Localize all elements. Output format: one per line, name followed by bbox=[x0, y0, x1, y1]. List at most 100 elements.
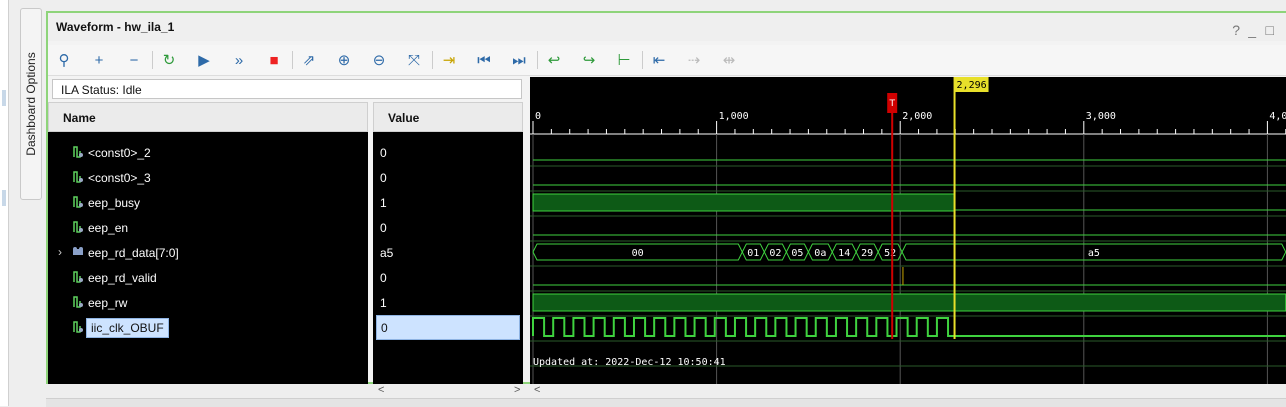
signal-value: 0 bbox=[380, 146, 387, 160]
signal-value-cell[interactable]: 1 bbox=[373, 190, 523, 215]
add-marker-icon: ⊢ bbox=[617, 52, 631, 69]
wave-scroll-left-icon[interactable]: < bbox=[534, 384, 540, 396]
go-to-last-time-button[interactable]: ⏭ bbox=[508, 49, 530, 71]
previous-marker-button[interactable]: ⇤ bbox=[648, 49, 670, 71]
signal-value: 1 bbox=[380, 296, 387, 310]
signal-row[interactable]: eep_rd_valid bbox=[48, 265, 368, 290]
run-trigger-button[interactable]: ▶ bbox=[193, 49, 215, 71]
bit-signal-icon bbox=[73, 221, 83, 233]
magnifier-icon: ⚲ bbox=[58, 52, 70, 69]
waveform-window: Waveform - hw_ila_1 ? _ □ ⚲ + − ↻ ▶ » ■ ⇗ ⊕ ⊖ ⤧ ⇥ ⏮ ⏭… bbox=[46, 11, 1286, 396]
previous-transition-icon: ↩ bbox=[547, 52, 561, 69]
stop-trigger-button[interactable]: ■ bbox=[263, 49, 285, 71]
bus-value-label: 02 bbox=[769, 248, 781, 259]
bus-value-label: 14 bbox=[838, 248, 850, 259]
window-title: Waveform - hw_ila_1 bbox=[56, 20, 175, 34]
signal-row[interactable]: eep_busy bbox=[48, 190, 368, 215]
dashboard-options-tab[interactable]: Dashboard Options bbox=[20, 8, 42, 200]
swap-cursors-button[interactable]: ⇹ bbox=[718, 49, 740, 71]
run-trigger-immediate-button[interactable]: ↻ bbox=[158, 49, 180, 71]
next-transition-button[interactable]: ↪ bbox=[578, 49, 600, 71]
signal-value-cell[interactable]: 0 bbox=[373, 165, 523, 190]
signal-value-cell[interactable]: 0 bbox=[373, 215, 523, 240]
bus-value-label: 29 bbox=[861, 248, 873, 259]
dashboard-options-label: Dashboard Options bbox=[24, 52, 38, 156]
signal-row[interactable]: eep_rw bbox=[48, 290, 368, 315]
value-column-header[interactable]: Value bbox=[373, 102, 523, 132]
remove-probe-button[interactable]: − bbox=[123, 49, 145, 71]
signal-value-cell[interactable]: 0 bbox=[373, 140, 523, 165]
bus-value-label: 52 bbox=[884, 248, 896, 259]
sidebar-marker bbox=[2, 90, 6, 106]
waveform-toolbar: ⚲ + − ↻ ▶ » ■ ⇗ ⊕ ⊖ ⤧ ⇥ ⏮ ⏭ ↩ ↪ ⊢ ⇤ ⇢ ⇹ bbox=[48, 45, 1286, 76]
go-to-time-zero-button[interactable]: ⏮ bbox=[473, 49, 495, 71]
go-to-cursor-button[interactable]: ⇥ bbox=[438, 49, 460, 71]
sidebar-marker bbox=[2, 190, 6, 206]
go-to-start-icon: ⏮ bbox=[477, 51, 491, 69]
bus-value-label: 00 bbox=[632, 248, 644, 259]
bus-value-label: a5 bbox=[1088, 248, 1100, 259]
value-column-label: Value bbox=[388, 111, 420, 125]
zoom-search-button[interactable]: ⚲ bbox=[53, 49, 75, 71]
zoom-out-button[interactable]: ⊖ bbox=[368, 49, 390, 71]
toolbar-separator bbox=[537, 51, 538, 69]
next-marker-icon: ⇢ bbox=[687, 52, 701, 69]
signal-name: <const0>_2 bbox=[88, 146, 151, 160]
previous-transition-button[interactable]: ↩ bbox=[543, 49, 565, 71]
export-button[interactable]: ⇗ bbox=[298, 49, 320, 71]
value-scroll-left-icon[interactable]: < bbox=[378, 384, 384, 396]
signal-value: 0 bbox=[381, 321, 388, 335]
signal-value-cell[interactable]: a5 bbox=[373, 240, 523, 265]
help-icon[interactable]: ? bbox=[1232, 22, 1240, 38]
previous-marker-icon: ⇤ bbox=[652, 52, 666, 69]
bus-value-label: 01 bbox=[747, 248, 759, 259]
expand-chevron-icon[interactable]: › bbox=[58, 245, 62, 259]
toolbar-separator bbox=[432, 51, 433, 69]
toolbar-separator bbox=[292, 51, 293, 69]
signal-row[interactable]: <const0>_3 bbox=[48, 165, 368, 190]
bus-value-label: 0a bbox=[814, 248, 826, 259]
swap-cursors-icon: ⇹ bbox=[722, 52, 736, 69]
name-column-label: Name bbox=[63, 111, 96, 125]
time-tick-label: 3,000 bbox=[1086, 111, 1116, 122]
signal-row[interactable]: <const0>_2 bbox=[48, 140, 368, 165]
signal-row[interactable]: iic_clk_OBUF bbox=[48, 315, 368, 340]
waveform-canvas[interactable]: 0 1,000 2,000 3,000 4,0 00 01 02 05 0a 14 29 52 a5 T 2,… bbox=[530, 77, 1286, 384]
bus-signal-icon bbox=[73, 247, 83, 255]
signal-value: a5 bbox=[380, 246, 394, 260]
ila-status-field: ILA Status: Idle bbox=[52, 79, 522, 99]
zoom-fit-icon: ⤧ bbox=[407, 51, 420, 69]
signal-name: eep_busy bbox=[88, 196, 141, 210]
iic-clk-trace bbox=[532, 317, 1286, 337]
minus-icon: − bbox=[129, 51, 139, 69]
signal-row[interactable]: › eep_rd_data[7:0] bbox=[48, 240, 368, 265]
next-marker-button[interactable]: ⇢ bbox=[683, 49, 705, 71]
bus-value-label: 05 bbox=[791, 248, 803, 259]
signal-value-cell[interactable]: 0 bbox=[373, 265, 523, 290]
left-sidebar-strip bbox=[0, 0, 9, 406]
zoom-fit-button[interactable]: ⤧ bbox=[403, 49, 425, 71]
bit-signal-icon bbox=[73, 146, 83, 158]
time-tick-label: 1,000 bbox=[719, 111, 749, 122]
run-immediate-button[interactable]: » bbox=[228, 49, 250, 71]
play-icon: ▶ bbox=[198, 52, 210, 69]
add-probe-button[interactable]: + bbox=[88, 49, 110, 71]
name-column-header[interactable]: Name bbox=[48, 102, 368, 132]
signal-name: eep_rd_data[7:0] bbox=[88, 246, 179, 260]
restore-icon[interactable]: □ bbox=[1266, 22, 1274, 38]
cursor-label: 2,296 bbox=[957, 80, 987, 91]
signal-value-cell[interactable]: 0 bbox=[376, 315, 520, 340]
add-marker-button[interactable]: ⊢ bbox=[613, 49, 635, 71]
signal-row[interactable]: eep_en bbox=[48, 215, 368, 240]
refresh-icon: ↻ bbox=[162, 52, 176, 69]
minimize-icon[interactable]: _ bbox=[1248, 22, 1256, 38]
signal-value-cell[interactable]: 1 bbox=[373, 290, 523, 315]
plus-icon: + bbox=[94, 51, 104, 69]
value-scroll-right-icon[interactable]: > bbox=[514, 384, 520, 396]
stop-icon: ■ bbox=[269, 51, 279, 69]
zoom-in-button[interactable]: ⊕ bbox=[333, 49, 355, 71]
signal-name: eep_rd_valid bbox=[88, 271, 157, 285]
bit-signal-icon bbox=[73, 171, 83, 183]
signal-value: 0 bbox=[380, 221, 387, 235]
zoom-in-icon: ⊕ bbox=[337, 52, 351, 69]
